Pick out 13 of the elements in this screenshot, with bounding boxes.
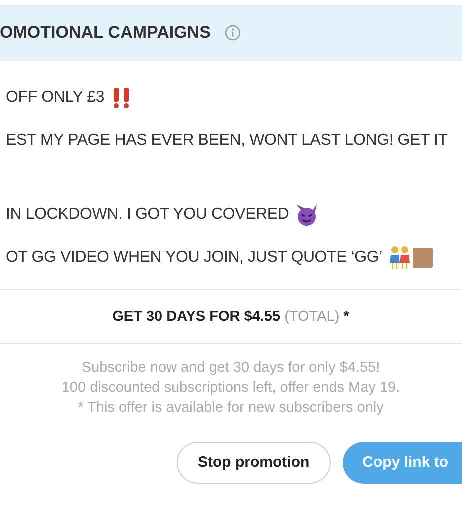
devil-face-icon [295,204,320,226]
offer-headline: GET 30 DAYS FOR $4.55 (TOTAL) * [112,308,350,327]
message-text: EST MY PAGE HAS EVER BEEN, WONT LAST LONG! GET IT [6,131,448,151]
message-text: IN LOCKDOWN. I GOT YOU COVERED [6,205,290,225]
stop-promotion-button[interactable]: Stop promotion [177,442,331,484]
message-text: OT GG VIDEO WHEN YOU JOIN, JUST QUOTE ‘GG’ [6,248,383,268]
offer-note: 100 discounted subscriptions left, offer ends May 19. [60,378,402,398]
message-text: OFF ONLY £3 [6,88,105,108]
offer-note: Subscribe now and get 30 days for only $4.55! [80,358,382,378]
offer-note: * This offer is available for new subscribers only [77,398,385,418]
two-figures-icon [388,246,433,270]
section-title: OMOTIONAL CAMPAIGNS [0,22,211,44]
info-icon[interactable] [224,25,241,41]
